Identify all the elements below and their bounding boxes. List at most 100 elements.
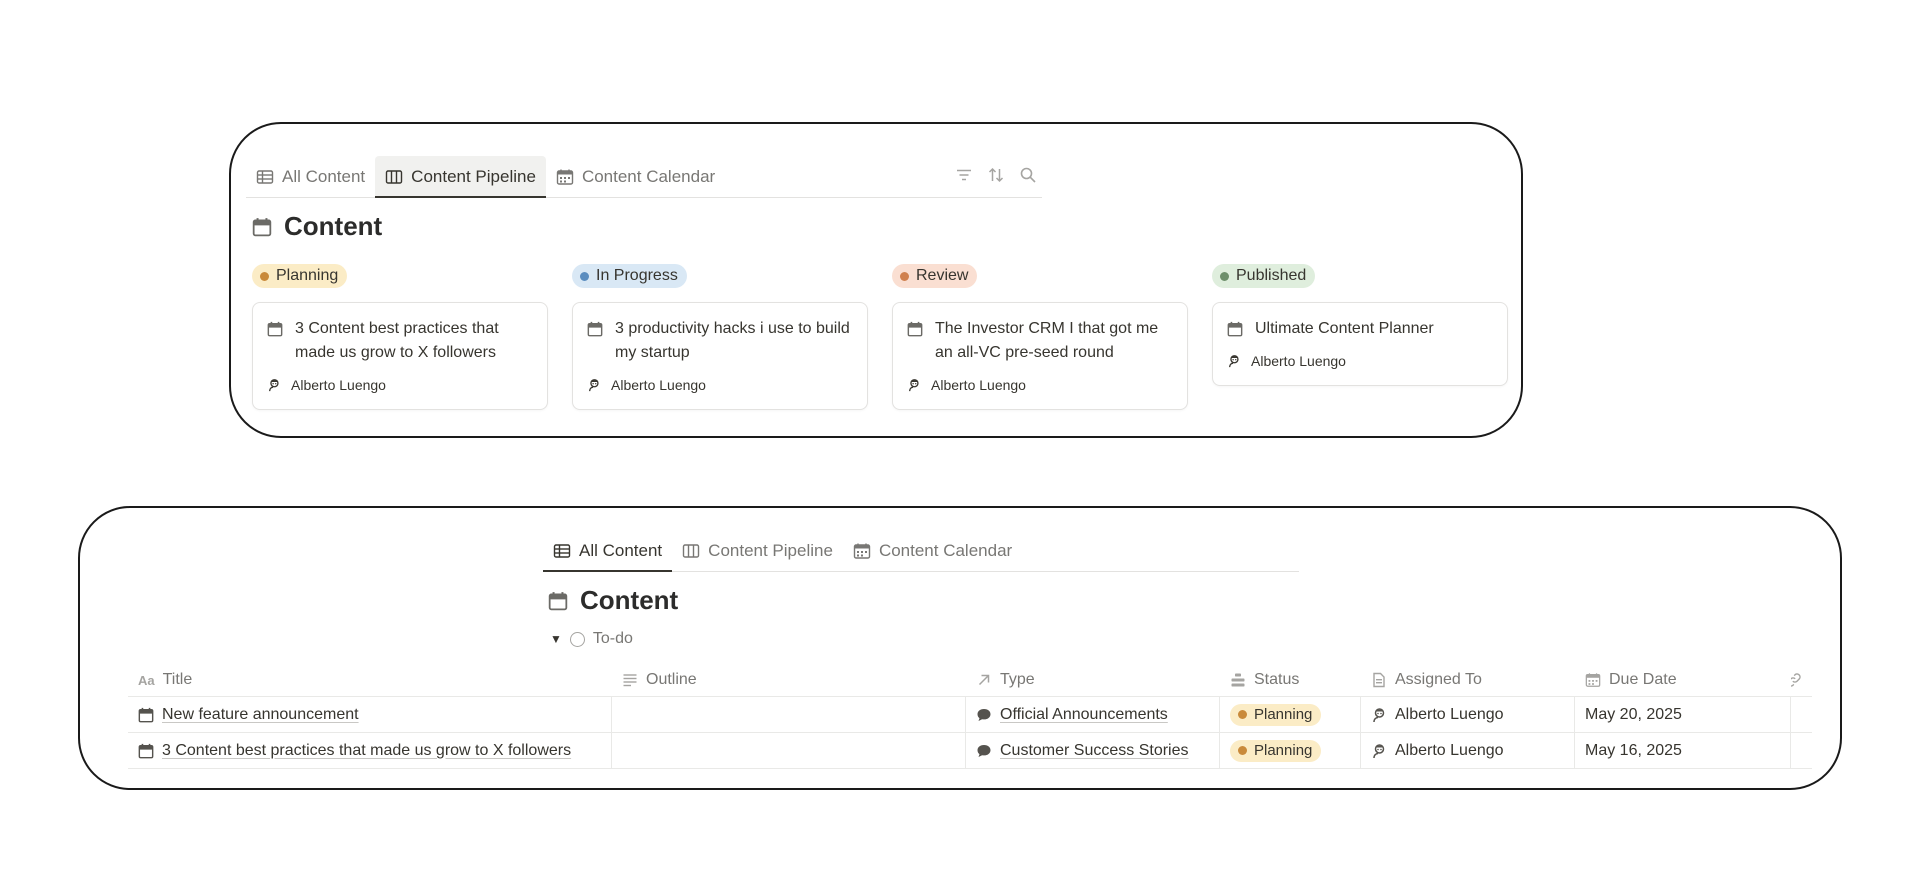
status-badge[interactable]: Planning bbox=[1230, 739, 1322, 762]
column-header-status[interactable]: Status bbox=[1220, 664, 1361, 696]
calendar-icon bbox=[267, 321, 283, 337]
status-badge[interactable]: Planning bbox=[1230, 703, 1322, 726]
cell-status[interactable]: Planning bbox=[1220, 697, 1361, 732]
board-column-in-progress: In Progress 3 productivity hacks i use t… bbox=[572, 264, 868, 410]
cell-due-date[interactable]: May 16, 2025 bbox=[1575, 733, 1791, 768]
board-card[interactable]: The Investor CRM I that got me an all-VC… bbox=[892, 302, 1188, 410]
status-label: Planning bbox=[1254, 742, 1313, 759]
tab-label: Content Pipeline bbox=[708, 540, 833, 560]
content-table: Aa Title Outline Type Status Assigned To … bbox=[128, 664, 1812, 769]
tab-label: Content Pipeline bbox=[411, 166, 536, 186]
row-title[interactable]: 3 Content best practices that made us gr… bbox=[162, 742, 571, 760]
avatar-icon bbox=[267, 378, 281, 392]
status-dot bbox=[580, 271, 589, 281]
column-header-link[interactable] bbox=[1791, 664, 1812, 696]
column-header-outline[interactable]: Outline bbox=[612, 664, 966, 696]
table-row[interactable]: New feature announcement Official Announ… bbox=[128, 697, 1812, 733]
board-card[interactable]: 3 Content best practices that made us gr… bbox=[252, 302, 548, 410]
table-icon bbox=[256, 168, 274, 186]
cell-link[interactable] bbox=[1791, 697, 1812, 732]
avatar-icon bbox=[1371, 707, 1387, 723]
tab-all-content[interactable]: All Content bbox=[543, 530, 673, 572]
row-type[interactable]: Customer Success Stories bbox=[1000, 742, 1189, 760]
calendar-icon bbox=[138, 707, 154, 723]
lines-icon bbox=[622, 672, 638, 688]
cell-link[interactable] bbox=[1791, 733, 1812, 768]
cell-type[interactable]: Customer Success Stories bbox=[966, 733, 1220, 768]
row-assignee: Alberto Luengo bbox=[1395, 741, 1504, 759]
board-column-published: Published Ultimate Content Planner Alber… bbox=[1212, 264, 1508, 386]
avatar-icon bbox=[1227, 354, 1241, 368]
cell-assigned[interactable]: Alberto Luengo bbox=[1361, 697, 1575, 732]
cell-status[interactable]: Planning bbox=[1220, 733, 1361, 768]
cell-outline[interactable] bbox=[612, 697, 966, 732]
calendar-icon bbox=[548, 591, 568, 611]
cell-type[interactable]: Official Announcements bbox=[966, 697, 1220, 732]
status-dot bbox=[260, 271, 269, 281]
status-badge[interactable]: Published bbox=[1212, 264, 1316, 288]
tab-label: All Content bbox=[579, 540, 663, 560]
card-assignee: Alberto Luengo bbox=[1251, 353, 1346, 369]
card-assignee: Alberto Luengo bbox=[291, 377, 386, 393]
status-dot bbox=[1220, 271, 1229, 281]
board-icon bbox=[385, 168, 403, 186]
row-due-date: May 16, 2025 bbox=[1585, 741, 1682, 759]
calendar-icon bbox=[1585, 672, 1601, 688]
status-label: Published bbox=[1236, 267, 1307, 284]
cell-assigned[interactable]: Alberto Luengo bbox=[1361, 733, 1575, 768]
cell-due-date[interactable]: May 20, 2025 bbox=[1575, 697, 1791, 732]
status-badge[interactable]: In Progress bbox=[572, 264, 687, 288]
tab-label: Content Calendar bbox=[878, 540, 1013, 560]
status-label: Planning bbox=[276, 267, 339, 284]
tab-label: Content Calendar bbox=[581, 166, 716, 186]
tab-content-pipeline[interactable]: Content Pipeline bbox=[672, 530, 843, 571]
cell-outline[interactable] bbox=[612, 733, 966, 768]
group-header[interactable]: ▼ To-do bbox=[550, 630, 633, 648]
column-header-label: Status bbox=[1254, 671, 1300, 688]
toggle-down-icon[interactable]: ▼ bbox=[550, 632, 562, 646]
status-label: Review bbox=[916, 267, 969, 284]
row-title[interactable]: New feature announcement bbox=[162, 706, 359, 724]
column-header-assigned[interactable]: Assigned To bbox=[1361, 664, 1575, 696]
text-type-icon: Aa bbox=[138, 672, 155, 688]
board-column-review: Review The Investor CRM I that got me an… bbox=[892, 264, 1188, 410]
link-icon bbox=[1791, 672, 1802, 688]
card-title: 3 Content best practices that made us gr… bbox=[295, 320, 499, 361]
cell-title[interactable]: 3 Content best practices that made us gr… bbox=[128, 733, 612, 768]
calendar-icon bbox=[138, 743, 154, 759]
calendar-icon bbox=[853, 542, 871, 560]
tab-content-pipeline[interactable]: Content Pipeline bbox=[375, 156, 546, 198]
column-header-due-date[interactable]: Due Date bbox=[1575, 664, 1791, 696]
view-tools bbox=[955, 166, 1037, 184]
status-badge[interactable]: Planning bbox=[252, 264, 348, 288]
calendar-icon bbox=[907, 321, 923, 337]
table-icon bbox=[553, 542, 571, 560]
speech-bubble-icon bbox=[976, 707, 992, 723]
tab-content-calendar[interactable]: Content Calendar bbox=[546, 156, 725, 197]
search-icon[interactable] bbox=[1019, 166, 1037, 184]
todo-circle-icon bbox=[569, 631, 585, 647]
card-title: The Investor CRM I that got me an all-VC… bbox=[935, 320, 1159, 361]
column-header-title[interactable]: Aa Title bbox=[128, 664, 612, 696]
status-badge[interactable]: Review bbox=[892, 264, 978, 288]
status-icon bbox=[1230, 672, 1246, 688]
calendar-icon bbox=[1227, 321, 1243, 337]
sort-icon[interactable] bbox=[987, 166, 1005, 184]
column-header-type[interactable]: Type bbox=[966, 664, 1220, 696]
board-view-tabs: All Content Content Pipeline Content Cal… bbox=[246, 156, 1042, 198]
row-due-date: May 20, 2025 bbox=[1585, 705, 1682, 723]
speech-bubble-icon bbox=[976, 743, 992, 759]
row-type[interactable]: Official Announcements bbox=[1000, 706, 1168, 724]
board-card[interactable]: Ultimate Content Planner Alberto Luengo bbox=[1212, 302, 1508, 386]
cell-title[interactable]: New feature announcement bbox=[128, 697, 612, 732]
tab-all-content[interactable]: All Content bbox=[246, 156, 375, 197]
page-title-text: Content bbox=[284, 211, 383, 241]
page-title: Content bbox=[548, 585, 678, 616]
column-header-label: Type bbox=[1000, 671, 1035, 688]
card-assignee: Alberto Luengo bbox=[931, 377, 1026, 393]
board-card[interactable]: 3 productivity hacks i use to build my s… bbox=[572, 302, 868, 410]
calendar-icon bbox=[556, 168, 574, 186]
tab-content-calendar[interactable]: Content Calendar bbox=[843, 530, 1022, 571]
table-row[interactable]: 3 Content best practices that made us gr… bbox=[128, 733, 1812, 769]
filter-icon[interactable] bbox=[955, 166, 973, 184]
